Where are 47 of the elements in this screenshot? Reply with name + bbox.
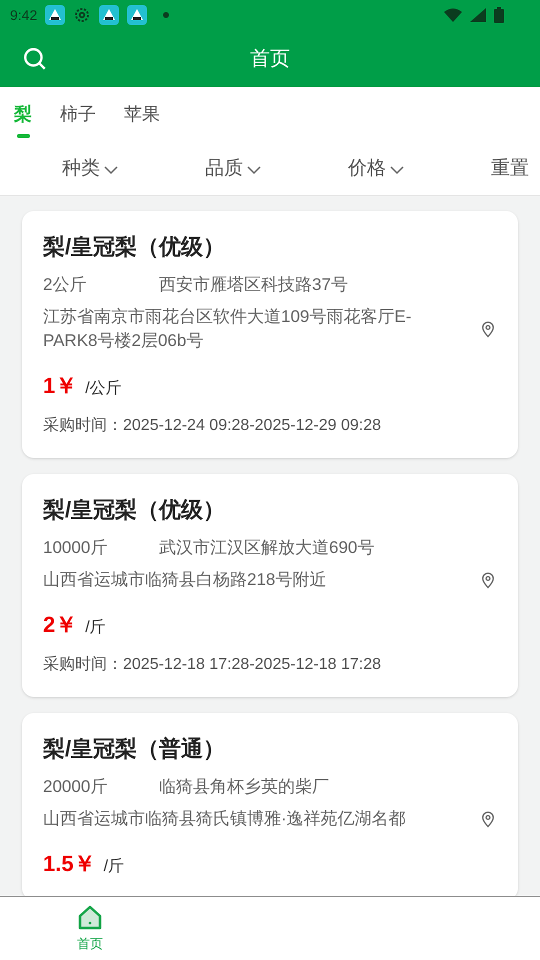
listing-card[interactable]: 梨/皇冠梨（普通） 20000斤 临猗县角杯乡英的柴厂 山西省运城市临猗县猗氏镇博雅·逸祥苑亿湖名都 1.5￥ /斤 [22,713,518,896]
status-time: 9:42 [10,6,38,24]
filter-dropdown[interactable]: 品质 [205,155,348,184]
quantity-text: 10000斤 [43,537,108,559]
origin-text: 西安市雁塔区科技路37号 [159,274,348,296]
app-notification-icon [45,5,66,25]
location-pin-icon[interactable] [479,571,497,589]
unit-text: /公斤 [85,378,122,399]
address-text: 山西省运城市临猗县白杨路218号附近 [43,569,328,591]
card-title: 梨/皇冠梨（优级） [43,496,226,524]
page-title: 首页 [250,46,290,72]
location-pin-icon[interactable] [479,320,497,338]
chevron-down-icon [104,164,118,174]
settings-icon [73,6,92,24]
filter-dropdown[interactable]: 价格 [348,155,491,184]
category-tab[interactable]: 柿子 [60,87,96,144]
category-tab[interactable]: 苹果 [124,87,160,144]
listing-card[interactable]: 梨/皇冠梨（优级） 2公斤 西安市雁塔区科技路37号 江苏省南京市雨花台区软件大道109号雨花客厅E-PARK8号楼2层06b号 1￥ /公斤 采购时间：2025-12-24 09:28-2025-12-29 09:28 [22,211,518,458]
address-text: 山西省运城市临猗县猗氏镇博雅·逸祥苑亿湖名都 [43,808,407,830]
unit-text: /斤 [85,618,106,638]
filter-dropdown[interactable]: 种类 [62,155,205,184]
card-title: 梨/皇冠梨（优级） [43,233,226,261]
card-title: 梨/皇冠梨（普通） [43,735,226,763]
unit-text: /斤 [104,856,124,877]
app-notification-icon [99,5,120,25]
purchase-time-text: 采购时间：2025-12-24 09:28-2025-12-29 09:28 [43,416,382,436]
signal-icon [470,8,486,22]
origin-text: 武汉市江汉区解放大道690号 [159,537,374,559]
origin-text: 临猗县角杯乡英的柴厂 [159,776,329,798]
quantity-text: 20000斤 [43,776,108,798]
address-text: 江苏省南京市雨花台区软件大道109号雨花客厅E-PARK8号楼2层06b号 [43,306,412,352]
reset-button[interactable]: 重置 [491,155,529,184]
dot-icon [163,12,170,18]
chevron-down-icon [247,164,261,174]
location-pin-icon[interactable] [479,810,497,828]
wifi-icon [444,8,462,22]
listing-card[interactable]: 梨/皇冠梨（优级） 10000斤 武汉市江汉区解放大道690号 山西省运城市临猗县白杨路218号附近 2￥ /斤 采购时间：2025-12-18 17:28-2025-12-18 17:28 [22,474,518,697]
purchase-time-text: 采购时间：2025-12-18 17:28-2025-12-18 17:28 [43,654,382,675]
app-notification-icon [127,5,148,25]
price-text: 2￥ [43,611,78,639]
price-text: 1￥ [43,372,78,400]
battery-icon [494,7,504,23]
search-icon[interactable] [22,46,48,72]
price-text: 1.5￥ [43,850,96,878]
chevron-down-icon [390,164,404,174]
quantity-text: 2公斤 [43,274,88,296]
home-icon [76,904,104,932]
